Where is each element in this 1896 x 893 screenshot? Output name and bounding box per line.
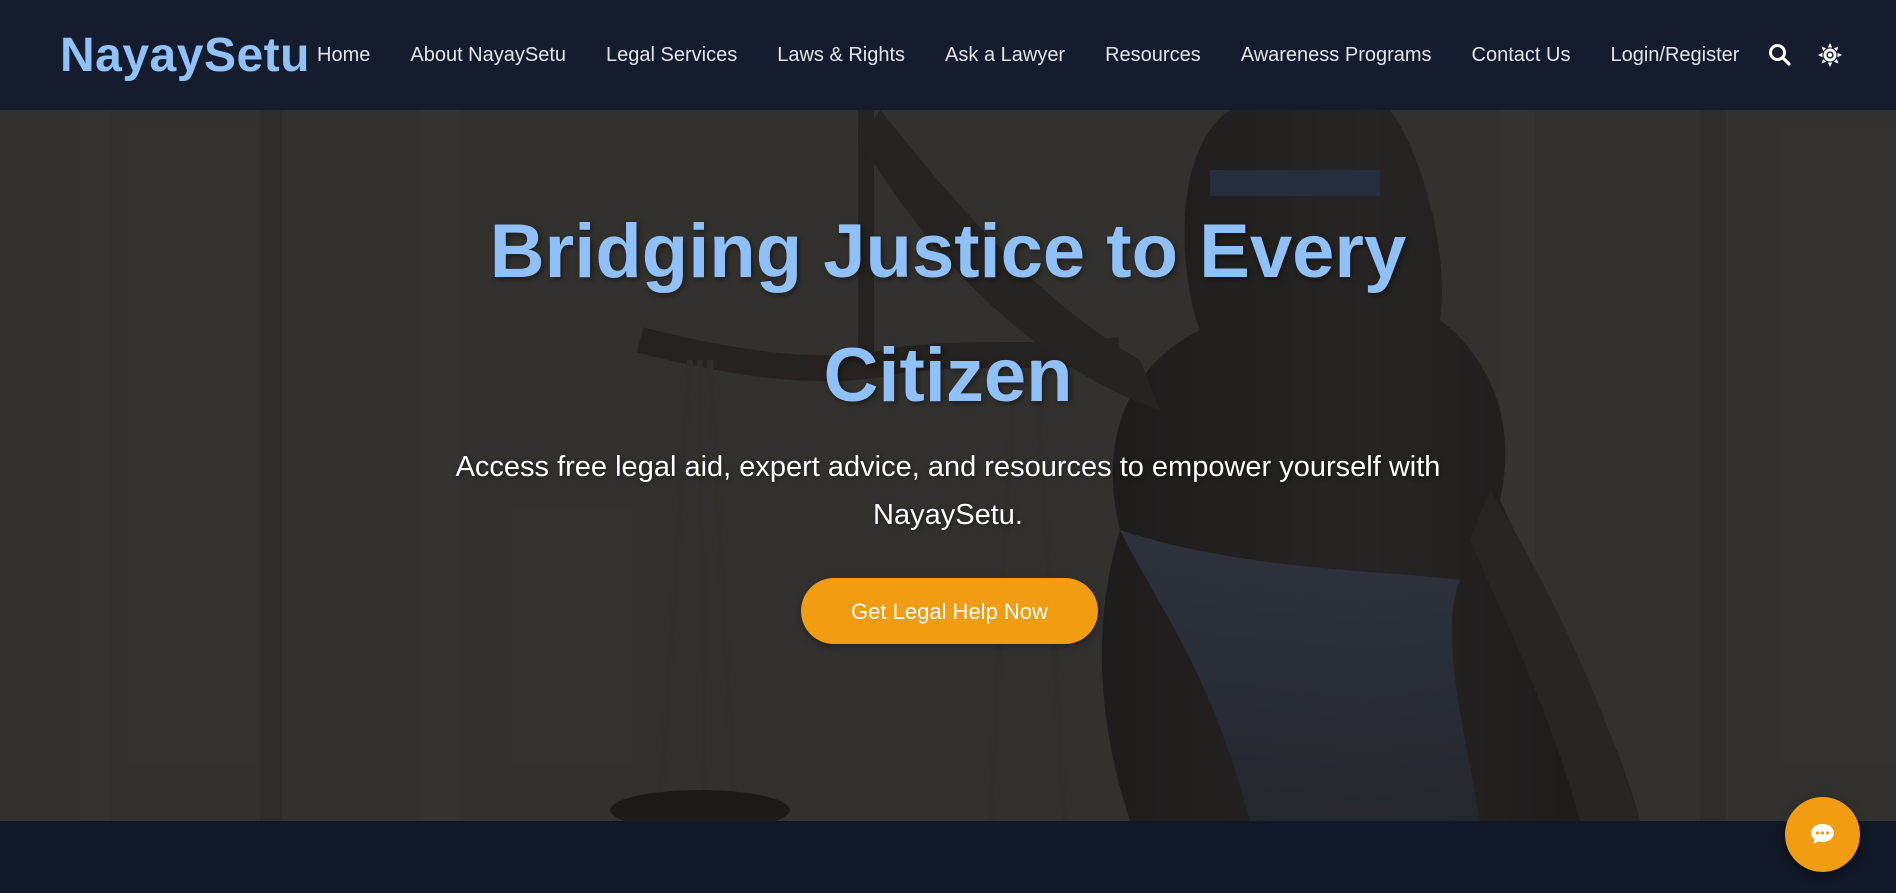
- nav-home[interactable]: Home: [317, 44, 370, 67]
- nav-ask-lawyer[interactable]: Ask a Lawyer: [945, 44, 1065, 67]
- hero-subtitle: Access free legal aid, expert advice, an…: [455, 451, 1441, 531]
- nav-laws-rights[interactable]: Laws & Rights: [777, 44, 905, 67]
- nav-resources[interactable]: Resources: [1105, 44, 1201, 67]
- navbar: NayaySetu Home About NayaySetu Legal Ser…: [0, 0, 1896, 110]
- site-logo[interactable]: NayaySetu: [60, 28, 310, 84]
- nav-contact[interactable]: Contact Us: [1472, 44, 1571, 67]
- chat-bubble-icon: [1811, 824, 1834, 844]
- theme-toggle-icon[interactable]: [1817, 42, 1843, 68]
- hero-title: Bridging Justice to Every Citizen: [489, 209, 1407, 418]
- hero-section: Bridging Justice to Every Citizen Access…: [0, 110, 1896, 821]
- main-nav: Home About NayaySetu Legal Services Laws…: [317, 0, 1739, 110]
- nav-legal-services[interactable]: Legal Services: [606, 44, 737, 67]
- nav-awareness-programs[interactable]: Awareness Programs: [1241, 44, 1432, 67]
- search-icon[interactable]: [1767, 42, 1793, 68]
- get-legal-help-button[interactable]: Get Legal Help Now: [801, 578, 1098, 644]
- chat-button[interactable]: [1785, 797, 1860, 872]
- nav-login-register[interactable]: Login/Register: [1610, 44, 1739, 67]
- nav-about[interactable]: About NayaySetu: [410, 44, 566, 67]
- next-section-band: [0, 821, 1896, 893]
